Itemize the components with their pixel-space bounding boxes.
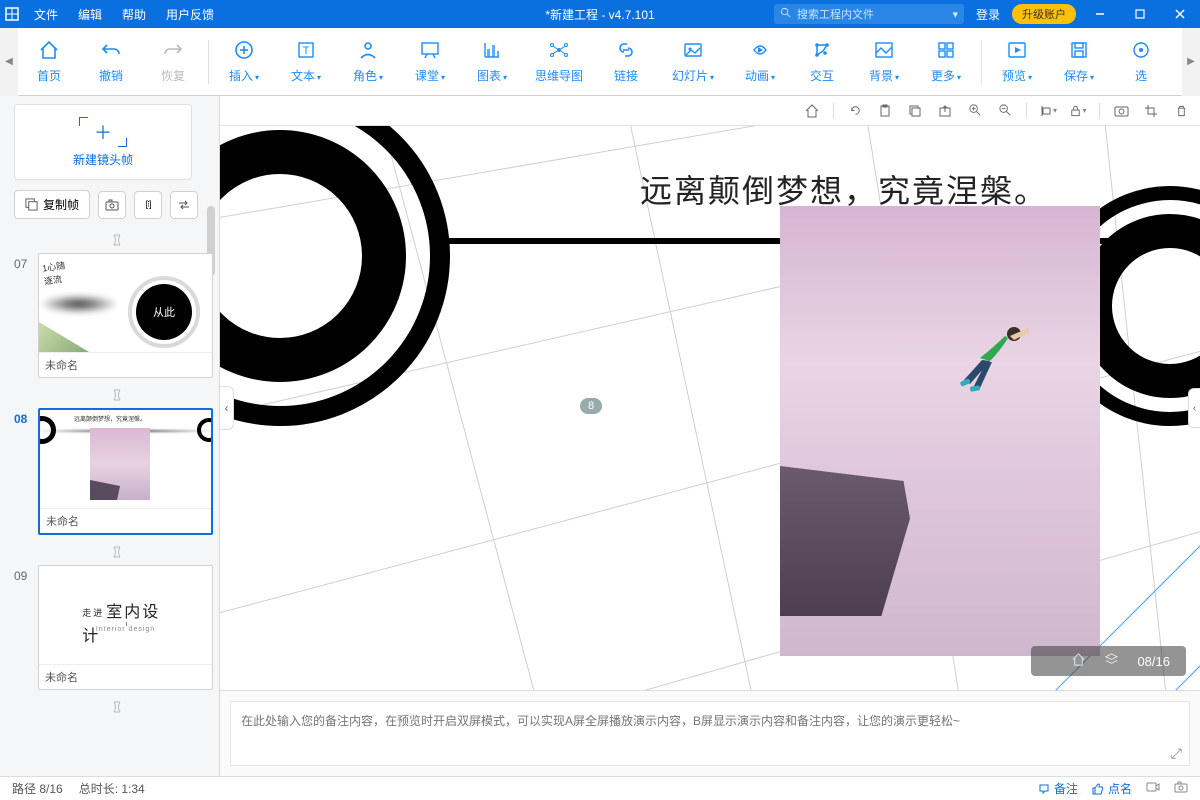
zoom-in-icon[interactable] [966,102,984,120]
app-logo-icon [0,7,24,21]
minimize-button[interactable] [1080,0,1120,28]
copy-frame-label: 复制帧 [43,196,79,213]
status-path: 路径 8/16 [12,780,63,797]
expand-notes-icon[interactable]: ⤢ [1171,745,1182,762]
tool-chart[interactable]: 图表▾ [461,32,523,92]
home-view-icon[interactable] [803,102,821,120]
search-placeholder: 搜索工程内文件 [797,6,874,22]
frame-divider [14,388,219,402]
frame-thumb-08[interactable]: 08远离颠倒梦想，究竟涅槃。未命名 [14,408,219,535]
frame-divider [14,545,219,559]
swap-button[interactable] [170,191,198,219]
pager-layers-icon[interactable] [1104,652,1119,670]
search-input[interactable]: 搜索工程内文件 ▾ [774,4,964,24]
plus-icon: ＋ [94,119,112,145]
tool-link[interactable]: 链接 [595,32,657,92]
maximize-button[interactable] [1120,0,1160,28]
camera-button[interactable] [98,191,126,219]
menu-file[interactable]: 文件 [24,6,68,23]
canvas-image[interactable] [780,206,1100,656]
status-likes-link[interactable]: 点名 [1092,780,1132,797]
title-bar: 文件 编辑 帮助 用户反馈 *新建工程 - v4.7.101 搜索工程内文件 ▾… [0,0,1200,28]
copy-frame-button[interactable]: 复制帧 [14,190,90,219]
menu-feedback[interactable]: 用户反馈 [156,6,224,23]
collapse-left-panel[interactable]: ‹ [220,386,234,430]
new-frame-label: 新建镜头帧 [73,151,133,168]
notes-panel: ⤢ [220,690,1200,776]
frame-badge: 8 [580,398,602,414]
frame-thumb-07[interactable]: 071心随逐流从此未命名 [14,253,219,378]
trash-icon[interactable] [1172,102,1190,120]
main-menu: 文件 编辑 帮助 用户反馈 [24,6,224,23]
copy-icon[interactable] [906,102,924,120]
align-icon[interactable]: ▾ [1039,102,1057,120]
zoom-out-icon[interactable] [996,102,1014,120]
login-link[interactable]: 登录 [968,6,1008,23]
paste-icon[interactable] [876,102,894,120]
status-camera-icon[interactable] [1174,781,1188,796]
tool-redo: 恢复 [142,32,204,92]
status-bar: 路径 8/16 总时长: 1:34 备注 点名 [0,776,1200,800]
camera-icon[interactable] [1112,102,1130,120]
toolbar-scroll-right[interactable]: ▶ [1182,28,1200,96]
search-icon [780,7,791,21]
menu-help[interactable]: 帮助 [112,6,156,23]
toolbar-scroll-left[interactable]: ◀ [0,28,18,96]
canvas-area: ▾ ▾ ‹ [220,96,1200,776]
tool-slide[interactable]: 幻灯片▾ [657,32,729,92]
canvas-toolbar: ▾ ▾ [220,96,1200,126]
tool-text[interactable]: T文本▾ [275,32,337,92]
frame-thumb-09[interactable]: 09走进室内设计Interior design未命名 [14,565,219,690]
upgrade-button[interactable]: 升级账户 [1012,4,1076,24]
left-ring-graphic [220,126,450,426]
notes-textarea[interactable] [230,701,1190,766]
close-button[interactable] [1160,0,1200,28]
window-title: *新建工程 - v4.7.101 [545,6,654,23]
tool-more[interactable]: 更多▾ [915,32,977,92]
new-frame-button[interactable]: ＋ 新建镜头帧 [14,104,192,180]
tool-play[interactable]: 预览▾ [986,32,1048,92]
collapse-right-panel[interactable]: ‹ [1188,388,1200,428]
frame-divider [14,233,219,247]
frame-divider [14,700,219,714]
rotate-left-icon[interactable] [846,102,864,120]
tool-interact[interactable]: 交互 [791,32,853,92]
svg-text:T: T [303,45,310,57]
tool-mindmap[interactable]: 思维导图 [523,32,595,92]
tool-anim[interactable]: 动画▾ [729,32,791,92]
canvas[interactable]: ‹ 䂝 远离颠倒梦想，究竟涅槃。 [220,126,1200,690]
frames-panel: ＋ 新建镜头帧 复制帧 [⁝] 071心随逐流从此未命名 08远离颠倒梦想，究竟涅… [0,96,220,776]
canvas-pager: 08/16 [1031,646,1186,676]
crop-icon[interactable] [1142,102,1160,120]
copy-icon [25,198,38,211]
export-icon[interactable] [936,102,954,120]
scan-button[interactable]: [⁝] [134,191,162,219]
status-duration: 总时长: 1:34 [79,780,145,797]
pager-home-icon[interactable] [1071,652,1086,670]
cliff-shape [780,466,910,616]
lock-icon[interactable]: ▾ [1069,102,1087,120]
jumping-person-icon [950,316,1040,406]
main-toolbar: ◀ 首页撤销恢复 插入▾T文本▾角色▾课堂▾图表▾思维导图链接幻灯片▾动画▾交互… [0,28,1200,96]
menu-edit[interactable]: 编辑 [68,6,112,23]
tool-person[interactable]: 角色▾ [337,32,399,92]
tool-undo[interactable]: 撤销 [80,32,142,92]
tool-board[interactable]: 课堂▾ [399,32,461,92]
pager-text: 08/16 [1137,654,1170,669]
tool-bg[interactable]: 背景▾ [853,32,915,92]
tool-opts[interactable]: 选 [1110,32,1172,92]
tool-home[interactable]: 首页 [18,32,80,92]
tool-save[interactable]: 保存▾ [1048,32,1110,92]
tool-plus-circle[interactable]: 插入▾ [213,32,275,92]
status-record-icon[interactable] [1146,781,1160,796]
chevron-down-icon[interactable]: ▾ [952,8,958,21]
status-notes-link[interactable]: 备注 [1038,780,1078,797]
